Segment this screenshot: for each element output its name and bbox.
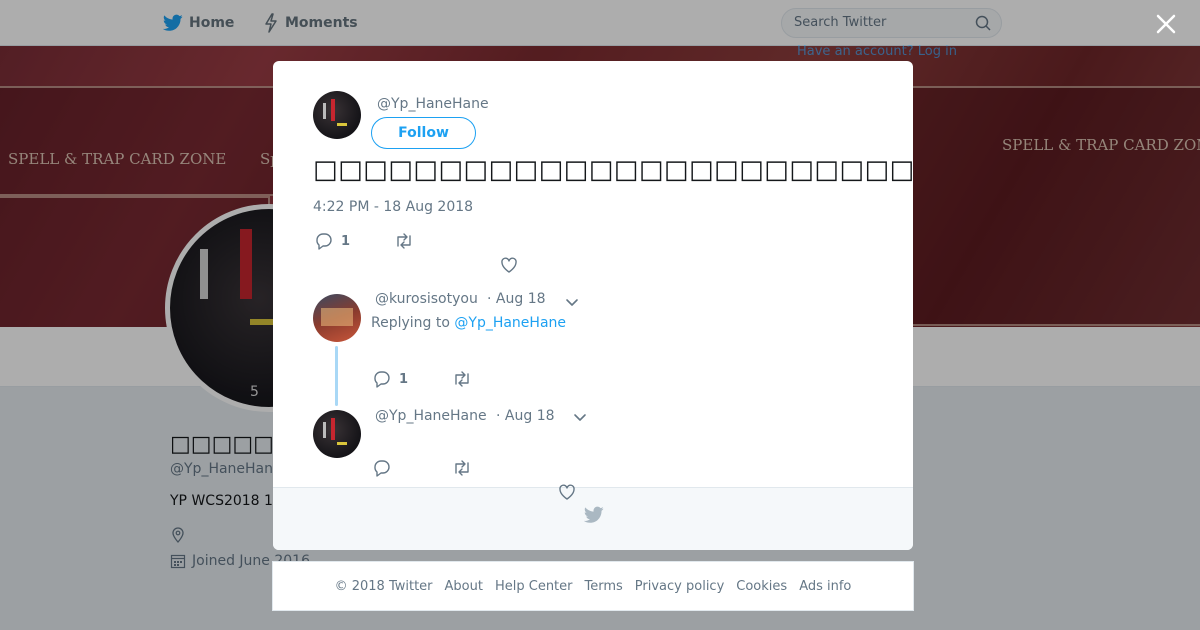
reply-author-avatar[interactable] — [313, 294, 361, 342]
footer-link-help-center[interactable]: Help Center — [495, 579, 573, 594]
heart-icon — [501, 257, 517, 273]
retweet-action[interactable] — [394, 232, 422, 250]
thread-connector — [335, 346, 338, 406]
modal-footer — [273, 487, 913, 550]
tweet-timestamp[interactable]: 4:22 PM - 18 Aug 2018 — [313, 199, 473, 215]
footer-link-terms[interactable]: Terms — [585, 579, 623, 594]
reply-1-reply-count: 1 — [399, 371, 409, 387]
close-icon[interactable] — [1154, 12, 1178, 36]
reply-2-author-handle[interactable]: @Yp_HaneHane — [375, 408, 487, 424]
footer-link-ads-info[interactable]: Ads info — [799, 579, 851, 594]
retweet-icon — [397, 233, 411, 249]
reply-icon — [374, 460, 390, 477]
chevron-down-icon[interactable] — [564, 294, 580, 310]
tweet-permalink-modal: @Yp_HaneHane Follow □□□□□□□□□□□□□□□□□□□□… — [273, 61, 913, 550]
reply-1-reply-action[interactable]: 1 — [373, 370, 408, 388]
footer-link-about[interactable]: About — [445, 579, 483, 594]
site-footer: © 2018 Twitter About Help Center Terms P… — [272, 561, 914, 611]
reply-2-retweet-action[interactable] — [452, 459, 480, 477]
reply-2-date[interactable]: · Aug 18 — [496, 408, 555, 424]
tweet-author-avatar[interactable] — [313, 91, 361, 139]
reply-2-reply-action[interactable] — [373, 459, 399, 477]
footer-link-privacy[interactable]: Privacy policy — [635, 579, 724, 594]
have-account-login-link[interactable]: Have an account? Log in — [797, 44, 957, 59]
reply-2-like-action[interactable] — [558, 483, 584, 501]
reply-count: 1 — [341, 233, 351, 249]
reply-1-retweet-action[interactable] — [452, 370, 480, 388]
follow-button[interactable]: Follow — [371, 117, 476, 149]
retweet-icon — [455, 460, 469, 476]
like-action[interactable] — [500, 256, 526, 274]
reply-action[interactable]: 1 — [315, 232, 350, 250]
footer-link-cookies[interactable]: Cookies — [736, 579, 787, 594]
chevron-down-icon[interactable] — [572, 409, 588, 425]
reply-2-author-avatar[interactable] — [313, 410, 361, 458]
reply-author-handle[interactable]: @kurosisotyou — [375, 291, 478, 307]
replying-to-prefix: Replying to — [371, 315, 455, 331]
replying-to-link[interactable]: @Yp_HaneHane — [454, 315, 566, 331]
replying-to-line: Replying to @Yp_HaneHane — [371, 315, 566, 331]
reply-icon — [316, 233, 332, 250]
heart-icon — [559, 484, 575, 500]
tweet-text: □□□□□□□□□□□□□□□□□□□□□□□□□□□□□□□□□□□□□□□□… — [313, 155, 913, 185]
tweet-author-handle[interactable]: @Yp_HaneHane — [377, 96, 489, 112]
footer-copyright: © 2018 Twitter — [334, 578, 433, 594]
reply-date[interactable]: · Aug 18 — [487, 291, 546, 307]
reply-icon — [374, 371, 390, 388]
retweet-icon — [455, 371, 469, 387]
twitter-bird-icon — [584, 506, 604, 523]
